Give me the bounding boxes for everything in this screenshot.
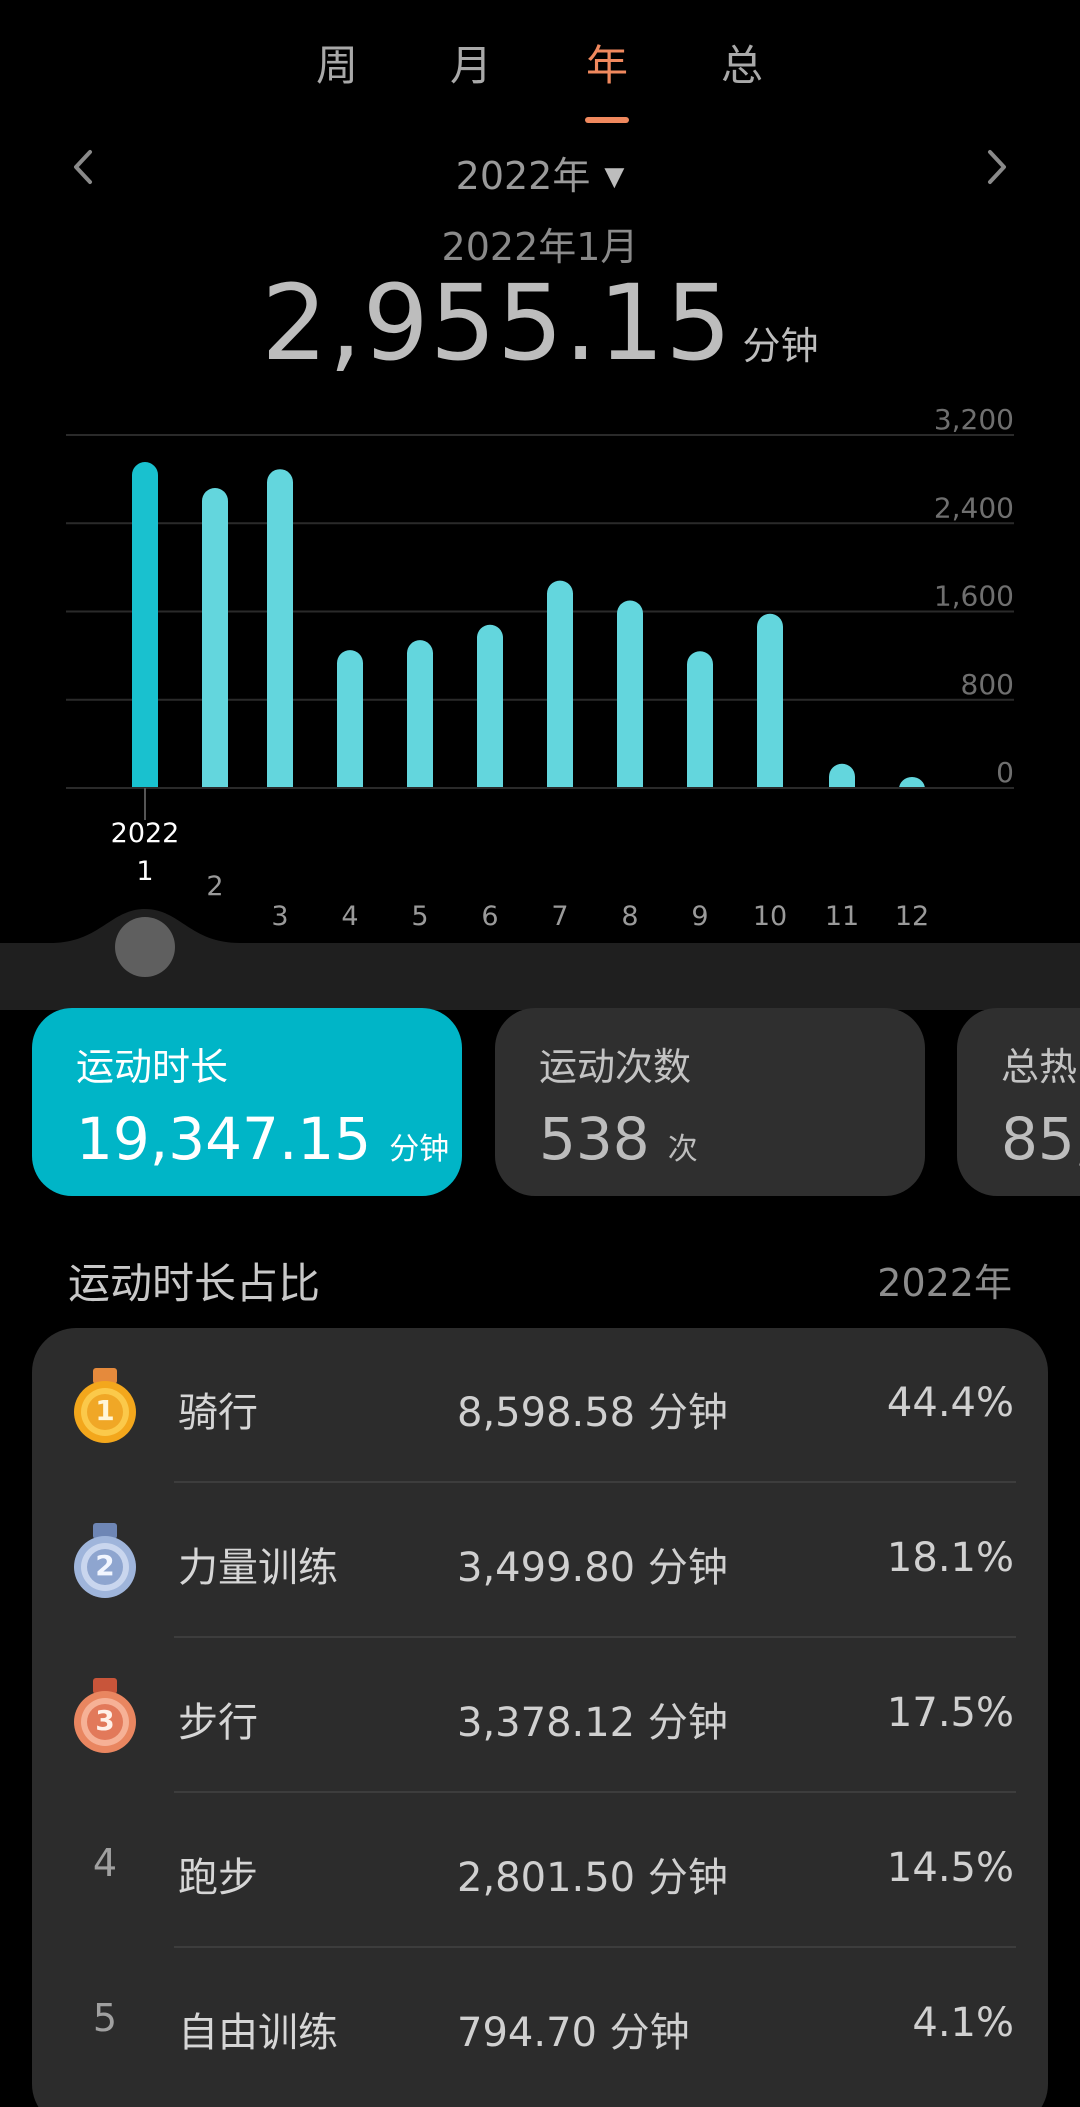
- card-duration[interactable]: 运动时长 19,347.15 分钟: [32, 1008, 462, 1196]
- stat-cards: 运动时长 19,347.15 分钟 运动次数 538 次 总热 85,: [0, 1008, 1080, 1198]
- list-item[interactable]: 2 力量训练 3,499.80 分钟 18.1%: [32, 1483, 1048, 1638]
- card-label: 运动时长: [76, 1045, 229, 1089]
- sport-name: 步行: [178, 1700, 258, 1746]
- sport-percent: 14.5%: [886, 1845, 1014, 1891]
- tab-total[interactable]: 总: [692, 32, 792, 93]
- scrubber-handle: [115, 917, 175, 977]
- bar-month-2[interactable]: [202, 487, 228, 801]
- list-item[interactable]: 3 步行 3,378.12 分钟 17.5%: [32, 1638, 1048, 1793]
- bar-month-4[interactable]: [337, 650, 363, 801]
- chart-baseline-mask: [0, 788, 1080, 802]
- rank-number: 4: [92, 1841, 118, 1885]
- list-item[interactable]: 1 骑行 8,598.58 分钟 44.4%: [32, 1328, 1048, 1483]
- section-year: 2022年: [877, 1261, 1012, 1305]
- bar-month-9[interactable]: [687, 651, 713, 801]
- sport-name: 力量训练: [178, 1545, 338, 1591]
- card-count[interactable]: 运动次数 538 次: [495, 1008, 925, 1196]
- selected-value-unit: 分钟: [742, 324, 819, 368]
- ranking-list: 1 骑行 8,598.58 分钟 44.4% 2 力量训练 3,499.80 分…: [32, 1328, 1048, 2107]
- sport-duration: 2,801.50 分钟: [457, 1855, 728, 1901]
- card-label: 总热: [1001, 1045, 1078, 1089]
- selected-value: 2,955.15 分钟: [0, 262, 1080, 384]
- period-tabs: 周 月 年 总: [0, 22, 1080, 123]
- y-tick-label: 800: [961, 668, 1014, 701]
- bar-month-8[interactable]: [617, 600, 643, 801]
- sport-duration: 3,378.12 分钟: [457, 1700, 728, 1746]
- sport-percent: 18.1%: [886, 1535, 1014, 1581]
- active-tab-indicator: [585, 117, 629, 123]
- chart-scrubber[interactable]: [0, 880, 1080, 1010]
- selected-year-tick-label: 2022: [111, 818, 180, 849]
- y-tick-label: 1,600: [934, 580, 1014, 613]
- bar-month-7[interactable]: [547, 580, 573, 801]
- sport-duration: 794.70 分钟: [457, 2010, 690, 2056]
- card-unit: 次: [667, 1132, 698, 1167]
- tab-year[interactable]: 年: [557, 32, 657, 93]
- sport-percent: 44.4%: [886, 1380, 1014, 1426]
- sport-percent: 17.5%: [886, 1690, 1014, 1736]
- sport-name: 骑行: [178, 1390, 258, 1436]
- monthly-duration-chart[interactable]: 08001,6002,4003,2001 23 4 5 6 7 8 9 10 11 122022: [0, 390, 1080, 950]
- card-calories[interactable]: 总热 85,: [957, 1008, 1080, 1196]
- year-dropdown-label: 2022年: [455, 154, 591, 198]
- card-value: 538: [539, 1105, 650, 1173]
- sport-name: 跑步: [178, 1855, 258, 1901]
- list-item[interactable]: 4 跑步 2,801.50 分钟 14.5%: [32, 1793, 1048, 1948]
- bar-month-5[interactable]: [407, 640, 433, 801]
- y-tick-label: 2,400: [934, 491, 1014, 524]
- bar-month-3[interactable]: [267, 469, 293, 801]
- medal-rank: 2: [95, 1549, 115, 1582]
- tab-month[interactable]: 月: [421, 32, 521, 93]
- bar-month-10[interactable]: [757, 613, 783, 801]
- caret-down-icon: ▼: [604, 162, 625, 192]
- selected-value-number: 2,955.15: [261, 262, 733, 384]
- card-unit: 分钟: [389, 1132, 450, 1167]
- section-title: 运动时长占比: [68, 1259, 321, 1308]
- tab-week[interactable]: 周: [287, 32, 387, 93]
- bar-month-1[interactable]: [132, 462, 158, 801]
- year-dropdown[interactable]: 2022年 ▼: [0, 145, 1080, 200]
- medal-rank: 3: [95, 1704, 115, 1737]
- sport-percent: 4.1%: [912, 2000, 1014, 2046]
- sport-name: 自由训练: [178, 2010, 338, 2056]
- sport-duration: 8,598.58 分钟: [457, 1390, 728, 1436]
- rank-number: 5: [92, 1996, 118, 2040]
- y-tick-label: 3,200: [934, 403, 1014, 436]
- y-tick-label: 0: [996, 756, 1014, 789]
- list-item[interactable]: 5 自由训练 794.70 分钟 4.1%: [32, 1948, 1048, 2103]
- sport-stats-page: 周 月 年 总 2022年 ▼ 2022年1月 2,955.15 分钟 0 800 1,…: [0, 0, 1080, 2107]
- card-value: 19,347.15: [76, 1105, 372, 1173]
- card-label: 运动次数: [539, 1045, 692, 1089]
- bar-month-6[interactable]: [477, 624, 503, 801]
- medal-rank: 1: [95, 1394, 115, 1427]
- sport-duration: 3,499.80 分钟: [457, 1545, 728, 1591]
- card-value: 85,: [1001, 1105, 1080, 1173]
